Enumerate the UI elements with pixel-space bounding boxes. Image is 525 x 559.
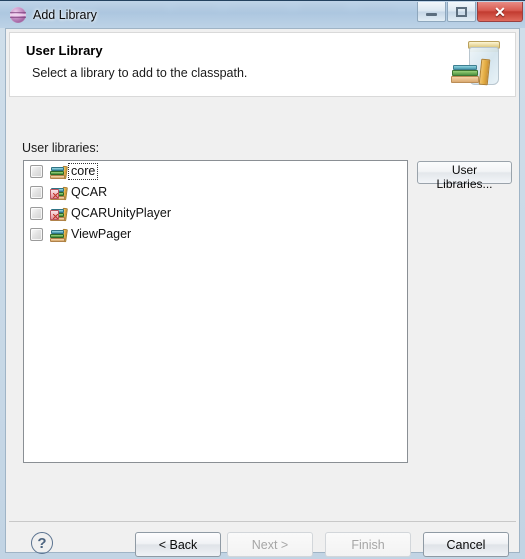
close-icon: ✕ (494, 3, 506, 20)
window-controls: ✕ (417, 2, 523, 22)
library-list-item[interactable]: QCARUnityPlayer (24, 203, 407, 224)
maximize-icon (456, 6, 467, 17)
add-library-dialog: Add Library ✕ User Library Select a libr… (0, 0, 525, 559)
maximize-button[interactable] (447, 2, 476, 22)
library-name: QCAR (71, 185, 108, 199)
page-description: Select a library to add to the classpath… (32, 66, 248, 80)
user-libraries-button[interactable]: User Libraries... (417, 161, 512, 191)
library-icon (50, 164, 68, 180)
wizard-body: User libraries: core QCAR QCARUnityPlayer V… (9, 99, 516, 519)
library-list-item[interactable]: QCAR (24, 182, 407, 203)
user-libraries-label: User libraries: (22, 141, 100, 155)
library-checkbox[interactable] (30, 165, 43, 178)
library-checkbox[interactable] (30, 207, 43, 220)
wizard-header: User Library Select a library to add to … (9, 32, 516, 97)
window-frame: User Library Select a library to add to … (0, 28, 525, 559)
page-title: User Library (26, 43, 103, 58)
jar-library-icon (449, 37, 507, 93)
help-icon[interactable]: ? (31, 532, 53, 554)
minimize-button[interactable] (417, 2, 446, 22)
window-title: Add Library (33, 8, 97, 22)
minimize-icon (426, 13, 437, 16)
dialog-client-area: User Library Select a library to add to … (5, 28, 520, 557)
finish-button: Finish (325, 532, 411, 557)
close-button[interactable]: ✕ (477, 2, 523, 22)
back-button[interactable]: < Back (135, 532, 221, 557)
library-warning-icon (50, 185, 68, 201)
user-libraries-list[interactable]: core QCAR QCARUnityPlayer ViewPager (23, 160, 408, 463)
library-icon (50, 227, 68, 243)
library-checkbox[interactable] (30, 186, 43, 199)
eclipse-sphere-icon (10, 7, 26, 23)
dialog-footer: ? < Back Next > Finish Cancel (9, 522, 516, 557)
library-name: QCARUnityPlayer (71, 206, 172, 220)
window-titlebar[interactable]: Add Library ✕ (0, 0, 525, 28)
library-name: ViewPager (71, 227, 132, 241)
library-name: core (67, 163, 99, 180)
next-button: Next > (227, 532, 313, 557)
library-list-item[interactable]: core (24, 161, 407, 182)
library-checkbox[interactable] (30, 228, 43, 241)
library-warning-icon (50, 206, 68, 222)
desktop-backdrop: Add Library ✕ User Library Select a libr… (0, 0, 525, 559)
library-list-item[interactable]: ViewPager (24, 224, 407, 245)
cancel-button[interactable]: Cancel (423, 532, 509, 557)
